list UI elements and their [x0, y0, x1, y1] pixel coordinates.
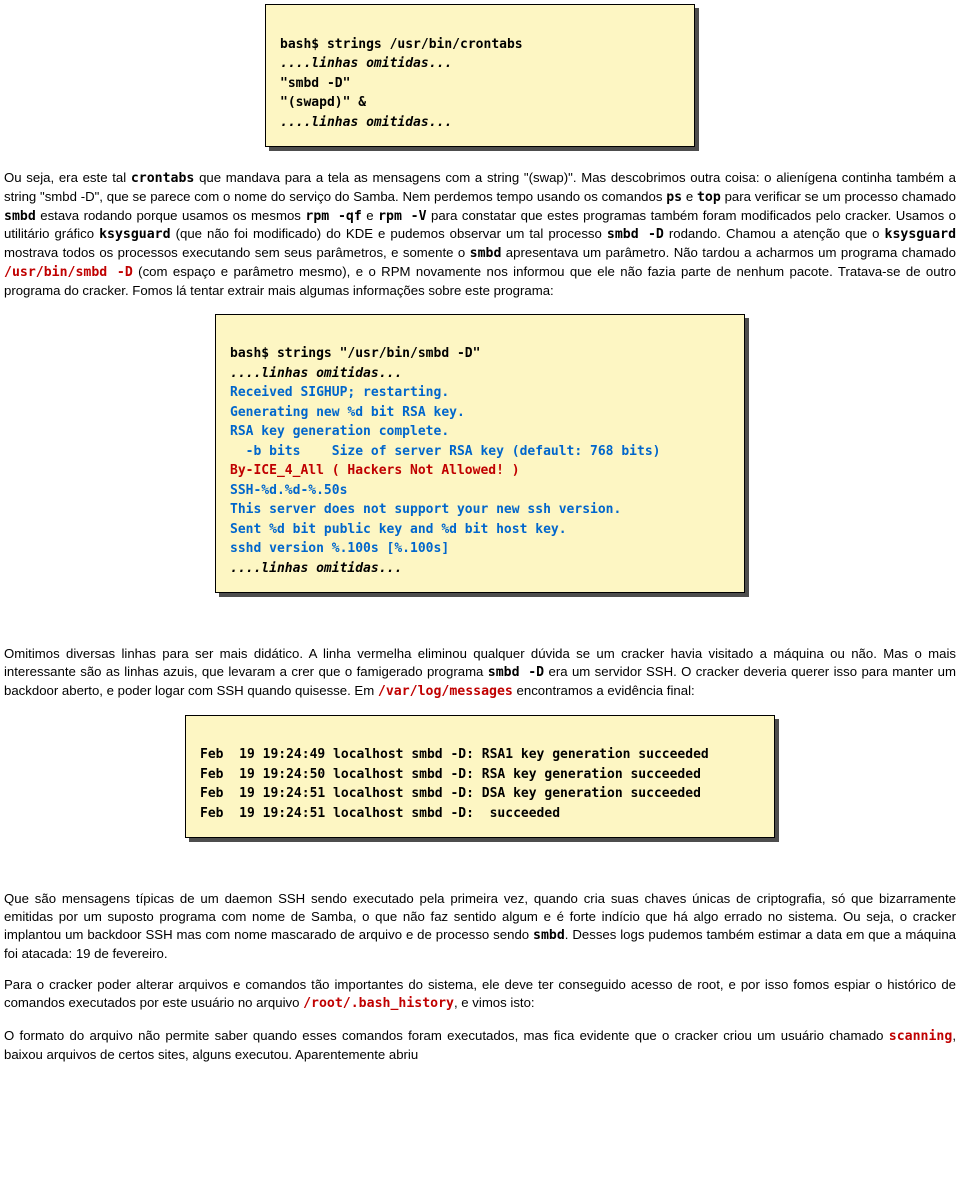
code-line: Feb 19 19:24:50 localhost smbd -D: RSA k… — [200, 767, 701, 782]
cmd-smbd3: smbd — [533, 928, 565, 943]
code-line: -b bits Size of server RSA key (default:… — [230, 444, 660, 459]
cmd-crontabs: crontabs — [131, 171, 195, 186]
cmd-rpm-qf: rpm -qf — [305, 209, 361, 224]
code-line: Received SIGHUP; restarting. — [230, 385, 449, 400]
code-box-strings-smbd: bash$ strings "/usr/bin/smbd -D" ....lin… — [215, 314, 745, 594]
path-smbd-d: /usr/bin/smbd -D — [4, 265, 133, 280]
code-line: By-ICE_4_All ( Hackers Not Allowed! ) — [230, 463, 520, 478]
paragraph-5: O formato do arquivo não permite saber q… — [4, 1027, 956, 1064]
paragraph-1: Ou seja, era este tal crontabs que manda… — [4, 169, 956, 300]
code-line: bash$ strings /usr/bin/crontabs — [280, 37, 523, 52]
code-box-messages: Feb 19 19:24:49 localhost smbd -D: RSA1 … — [185, 715, 775, 839]
paragraph-4: Para o cracker poder alterar arquivos e … — [4, 976, 956, 1013]
cmd-smbd-d2: smbd -D — [488, 665, 544, 680]
code-line: SSH-%d.%d-%.50s — [230, 483, 347, 498]
code-line: Generating new %d bit RSA key. — [230, 405, 465, 420]
cmd-ksysguard2: ksysguard — [885, 227, 956, 242]
cmd-ps: ps — [666, 190, 682, 205]
code-line: sshd version %.100s [%.100s] — [230, 541, 449, 556]
code-line: RSA key generation complete. — [230, 424, 449, 439]
code-line: This server does not support your new ss… — [230, 502, 621, 517]
user-scanning: scanning — [889, 1029, 953, 1044]
path-varlog: /var/log/messages — [378, 684, 513, 699]
cmd-smbd-d: smbd -D — [607, 227, 664, 242]
code-line: ....linhas omitidas... — [280, 115, 452, 130]
path-bash-history: /root/.bash_history — [303, 996, 454, 1011]
code-line: Feb 19 19:24:51 localhost smbd -D: succe… — [200, 806, 560, 821]
code-line: Feb 19 19:24:51 localhost smbd -D: DSA k… — [200, 786, 701, 801]
code-line: Feb 19 19:24:49 localhost smbd -D: RSA1 … — [200, 747, 709, 762]
code-line: ....linhas omitidas... — [230, 366, 402, 381]
code-line: "smbd -D" — [280, 76, 350, 91]
cmd-smbd2: smbd — [470, 246, 502, 261]
code-line: bash$ strings "/usr/bin/smbd -D" — [230, 346, 480, 361]
paragraph-3: Que são mensagens típicas de um daemon S… — [4, 890, 956, 962]
cmd-smbd: smbd — [4, 209, 36, 224]
code-line: ....linhas omitidas... — [280, 56, 452, 71]
code-line: Sent %d bit public key and %d bit host k… — [230, 522, 567, 537]
cmd-ksysguard: ksysguard — [99, 227, 170, 242]
code-box-crontabs: bash$ strings /usr/bin/crontabs ....linh… — [265, 4, 695, 147]
cmd-rpm-v: rpm -V — [378, 209, 426, 224]
cmd-top: top — [697, 190, 721, 205]
paragraph-2: Omitimos diversas linhas para ser mais d… — [4, 645, 956, 700]
code-line: ....linhas omitidas... — [230, 561, 402, 576]
code-line: "(swapd)" & — [280, 95, 366, 110]
